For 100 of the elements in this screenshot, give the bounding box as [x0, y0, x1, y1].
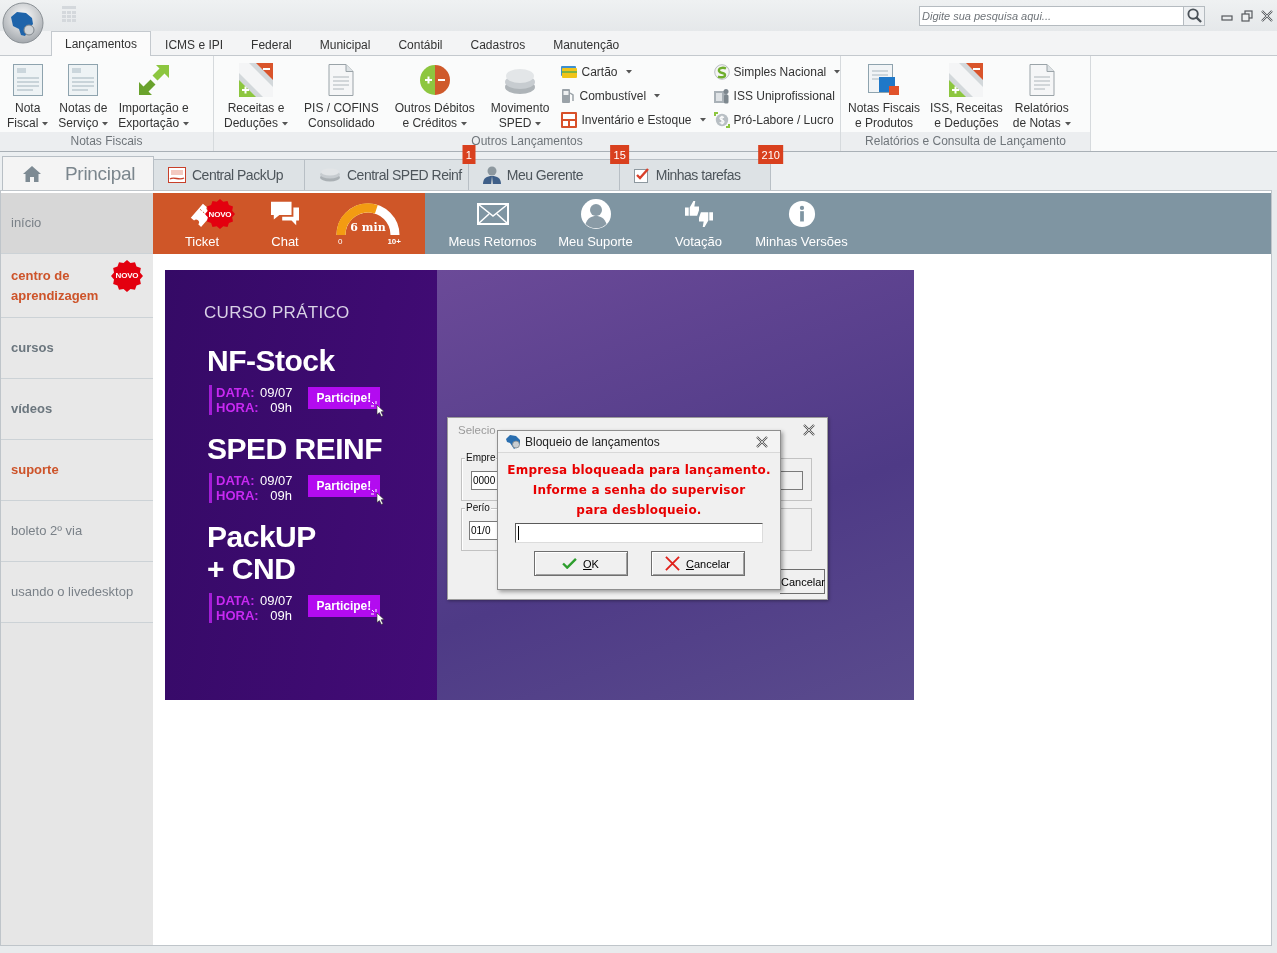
- group-label: Empre: [465, 452, 497, 464]
- group-label: Outros Lançamentos: [214, 132, 840, 151]
- dialog-title: Selecio: [458, 423, 496, 436]
- new-badge: NOVO: [111, 260, 143, 292]
- toolbar-button[interactable]: Chat: [237, 193, 333, 254]
- close-icon[interactable]: [803, 423, 815, 436]
- disc-stack-icon: [319, 168, 341, 182]
- boxes-icon: [561, 112, 578, 128]
- home-icon: [23, 165, 41, 182]
- fuel-pump-icon: [561, 88, 576, 104]
- gauge-reading: 6 min: [349, 221, 387, 234]
- participate-button[interactable]: Participe!: [307, 595, 381, 617]
- search-field[interactable]: Digite sua pesquisa aqui...: [919, 5, 1184, 26]
- count-badge: 210: [758, 145, 783, 164]
- group-label: Perío: [465, 502, 491, 514]
- gauge-min-label: 0: [338, 237, 343, 246]
- password-field[interactable]: [515, 523, 763, 543]
- ribbon-tab[interactable]: Lançamentos: [51, 31, 152, 56]
- group-label: Relatórios e Consulta de Lançamento: [841, 132, 1090, 151]
- date-value: 09/07: [260, 593, 293, 608]
- input-field[interactable]: 0000: [471, 471, 497, 490]
- toolbar-button[interactable]: NOVO Ticket: [167, 193, 237, 254]
- warning-message: Empresa bloqueada para lançamento. Informe a senha do supervisor para desbloqueio.: [507, 462, 771, 519]
- participate-button[interactable]: Participe!: [307, 475, 381, 497]
- ribbon-tab[interactable]: Federal: [237, 32, 306, 56]
- plus-minus-tile-icon: [239, 63, 273, 97]
- time-value: 09h: [269, 608, 292, 623]
- document-icon: [1026, 63, 1057, 97]
- ribbon-tab[interactable]: Contábil: [384, 32, 457, 56]
- ribbon-tab[interactable]: ICMS e IPI: [151, 32, 238, 56]
- document-tab[interactable]: Minhas tarefas: [618, 159, 771, 190]
- document-icon: [867, 63, 901, 97]
- search-icon: [1186, 8, 1202, 23]
- ok-button[interactable]: OK: [533, 551, 628, 576]
- time-label: HORA:: [216, 608, 256, 623]
- swoosh-coin-icon: [713, 64, 730, 80]
- ribbon-button[interactable]: Notas de Serviço: [53, 56, 114, 132]
- arrows-icon: [136, 63, 171, 97]
- ribbon-button[interactable]: Nota Fiscal: [2, 56, 54, 132]
- close-icon[interactable]: [1261, 9, 1273, 22]
- thumbs-icon: [682, 200, 715, 228]
- time-label: HORA:: [216, 400, 256, 415]
- form-icon: [67, 63, 100, 97]
- banner-kicker: CURSO PRÁTICO: [204, 303, 350, 323]
- ribbon-button[interactable]: Outros Débitos e Créditos: [386, 56, 483, 132]
- logo-tile-icon: [168, 167, 186, 183]
- document-tab[interactable]: Central SPED Reinf: [304, 159, 469, 190]
- group-label: Notas Fiscais: [0, 132, 213, 151]
- gauge-max-label: 10+: [387, 237, 401, 246]
- ribbon-button[interactable]: Receitas e Deduções: [216, 56, 297, 132]
- cancel-button[interactable]: Cancelar: [650, 551, 745, 576]
- ribbon-button[interactable]: Importação e Exportação: [113, 56, 195, 132]
- document-tab[interactable]: Central PackUp: [153, 159, 305, 190]
- new-badge: NOVO: [205, 199, 235, 229]
- check-icon: [562, 558, 578, 569]
- time-value: 09h: [269, 488, 292, 503]
- cancel-button[interactable]: Cancelar: [780, 569, 825, 594]
- search-button[interactable]: [1184, 5, 1205, 26]
- course-title: NF-Stock: [207, 345, 335, 377]
- pointer-cursor-icon: [371, 401, 386, 417]
- time-value: 09h: [269, 400, 292, 415]
- date-label: DATA:: [216, 473, 256, 488]
- ribbon-button[interactable]: ISS Uniprofissional: [713, 84, 841, 108]
- input-field[interactable]: [780, 471, 803, 490]
- date-label: DATA:: [216, 385, 256, 400]
- ribbon-tab[interactable]: Cadastros: [456, 32, 540, 56]
- ribbon-button[interactable]: ISS, Receitas e Deduções: [925, 56, 1008, 132]
- dialog-title: Bloqueio de lançamentos: [525, 434, 661, 449]
- app-logo-icon: [505, 434, 521, 449]
- person-card-icon: [713, 88, 730, 104]
- pointer-cursor-icon: [371, 609, 386, 625]
- document-tab[interactable]: Meu Gerente: [467, 159, 620, 190]
- participate-button[interactable]: Participe!: [307, 387, 381, 409]
- ribbon-button[interactable]: Inventário e Estoque: [561, 108, 706, 132]
- document-icon: [326, 63, 357, 97]
- plus-minus-tile-icon: [949, 63, 984, 97]
- ribbon-button[interactable]: Movimento SPED: [482, 56, 558, 132]
- envelope-icon: [476, 203, 509, 225]
- input-field[interactable]: 01/0: [469, 521, 497, 540]
- checkbox-icon: [633, 167, 650, 183]
- ribbon-tab[interactable]: Municipal: [305, 32, 385, 56]
- ribbon-button[interactable]: Notas Fiscais e Produtos: [843, 56, 926, 132]
- close-icon[interactable]: [756, 435, 768, 448]
- ribbon-button[interactable]: Relatórios de Notas: [1007, 56, 1076, 132]
- coin-icon: [713, 112, 730, 128]
- ribbon-button[interactable]: Cartão: [561, 60, 706, 84]
- course-title: SPED REINF: [207, 433, 383, 465]
- restore-icon[interactable]: [1241, 9, 1253, 22]
- ribbon-button[interactable]: Combustível: [561, 84, 706, 108]
- ribbon-button[interactable]: PIS / COFINS Consolidado: [296, 56, 387, 132]
- user-avatar-icon: [580, 199, 611, 229]
- form-icon: [11, 63, 44, 97]
- count-badge: 15: [610, 145, 629, 164]
- ribbon-tab[interactable]: Manutenção: [539, 32, 634, 56]
- ribbon-button[interactable]: Pró-Labore / Lucro: [713, 108, 841, 132]
- date-value: 09/07: [260, 473, 293, 488]
- ribbon-button[interactable]: Simples Nacional: [713, 60, 841, 84]
- course-title: PackUP + CND: [207, 521, 316, 585]
- card-icon: [561, 65, 578, 79]
- person-icon: [482, 166, 501, 184]
